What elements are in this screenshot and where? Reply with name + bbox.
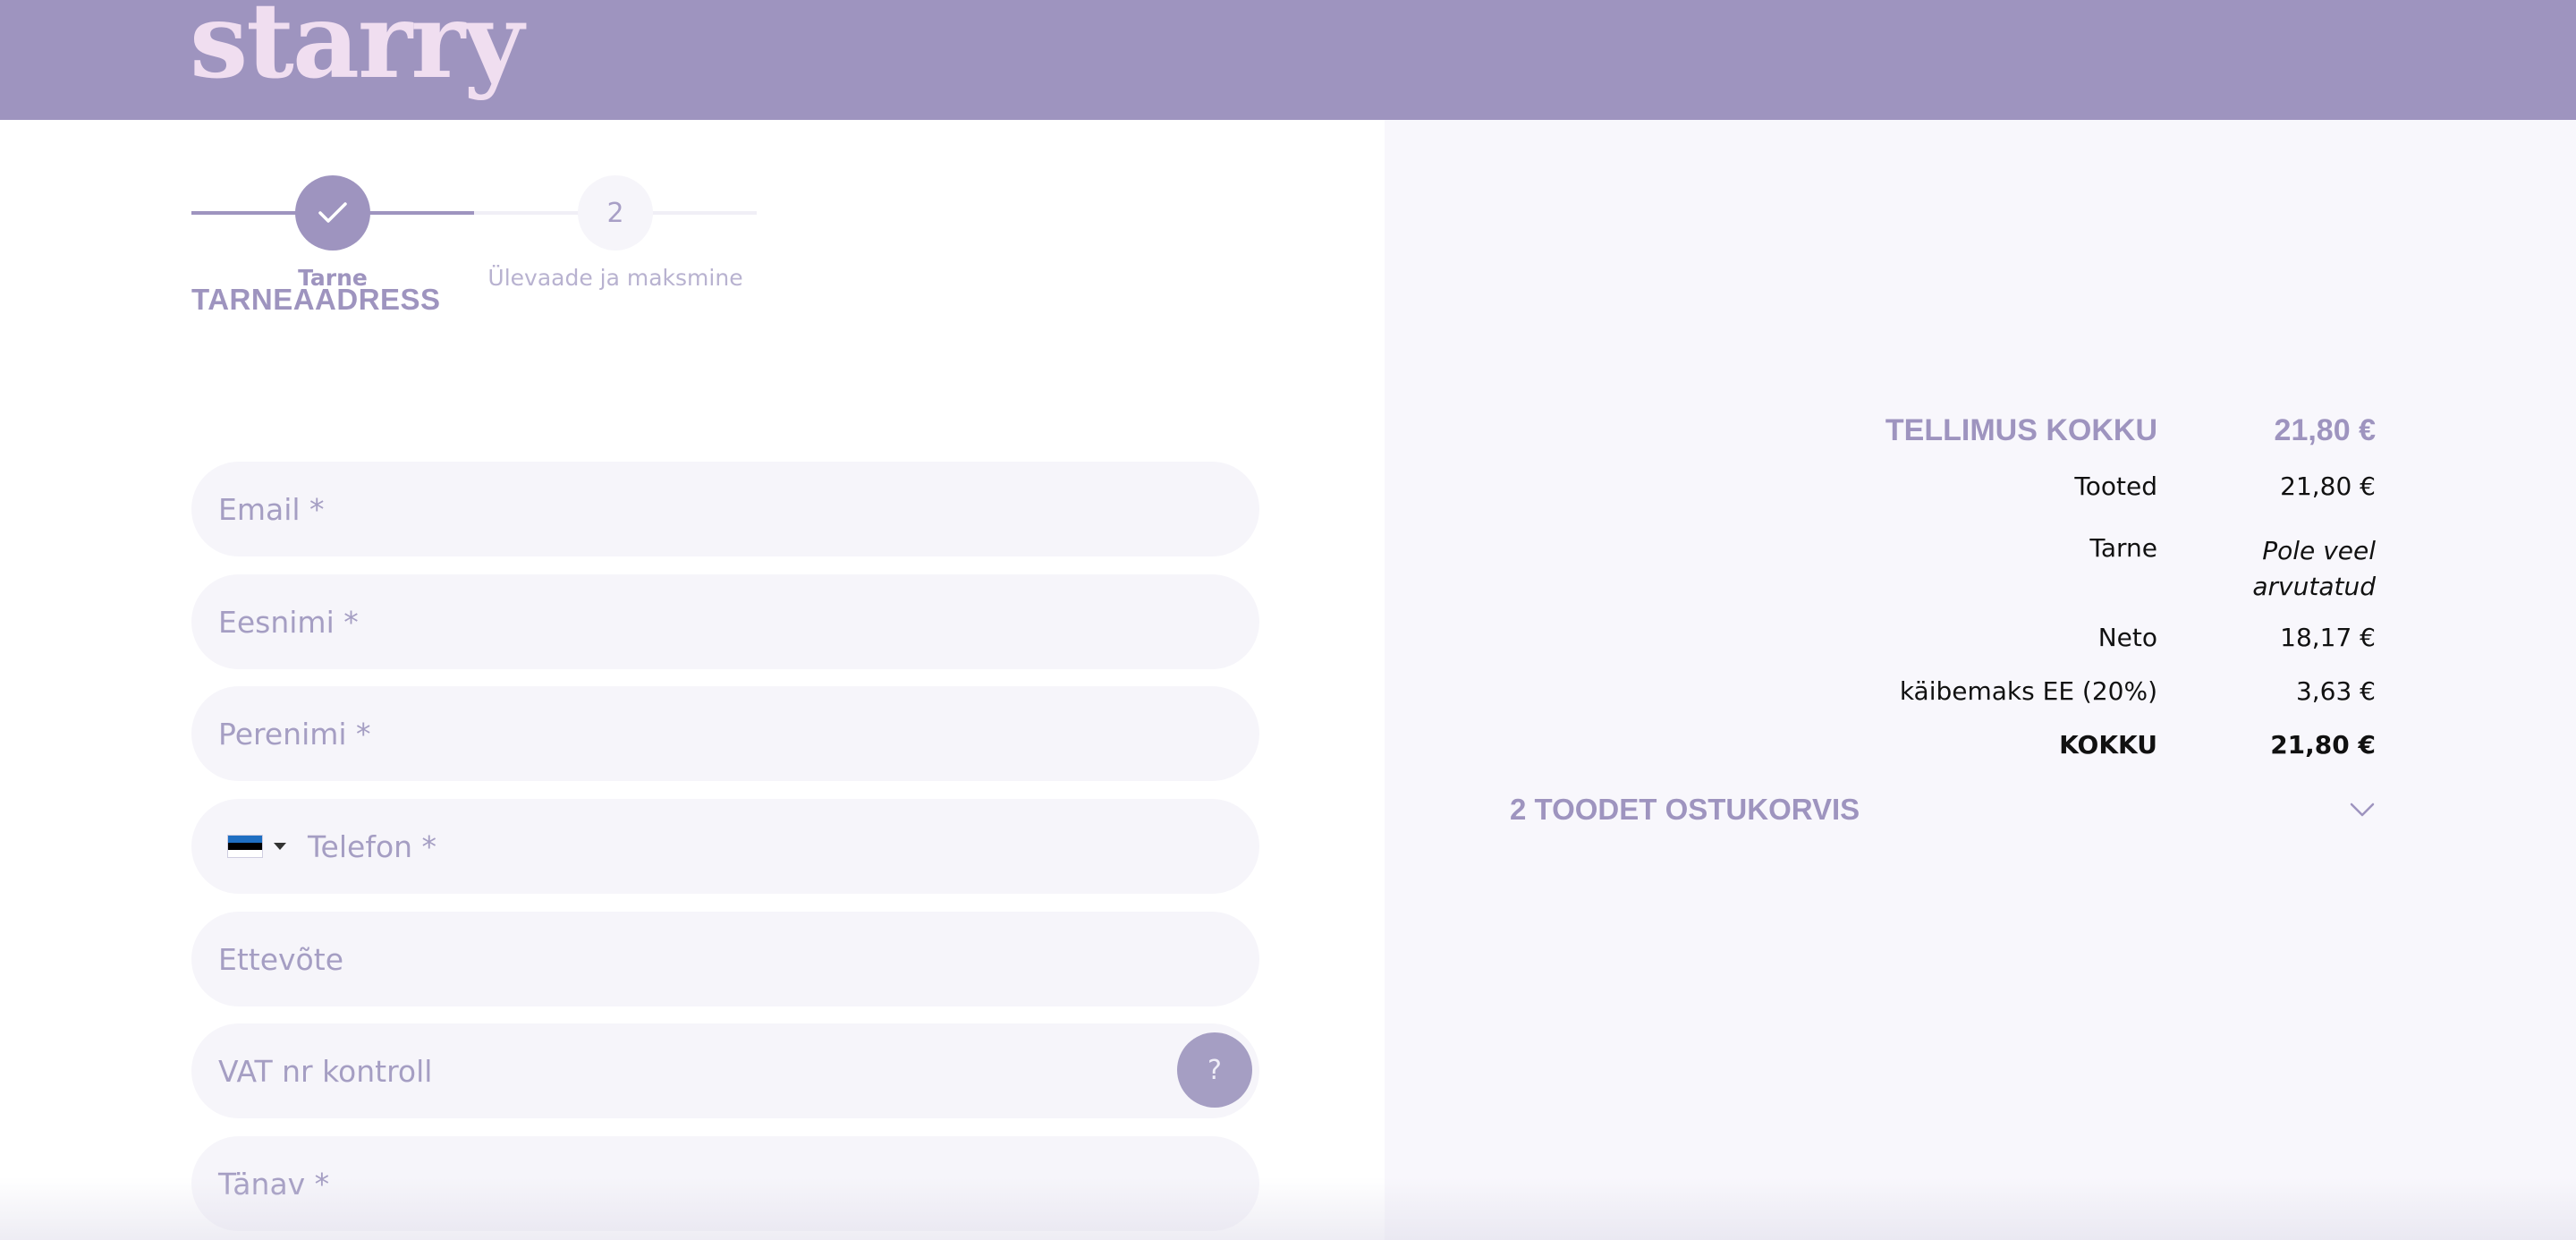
order-summary-panel: TELLIMUS KOKKU 21,80 € Tooted 21,80 € Ta… (1385, 120, 2576, 1240)
summary-value-net: 18,17 € (2280, 623, 2376, 652)
vat-placeholder: VAT nr kontroll (218, 1053, 433, 1089)
summary-value-total: 21,80 € (2270, 730, 2376, 760)
shipping-value-line2: arvutatud (2252, 572, 2376, 601)
checkout-form-panel: Tarne 2 Ülevaade ja maksmine TARNEAADRES… (0, 120, 1385, 1240)
summary-row-products: Tooted 21,80 € (1392, 471, 2376, 501)
site-header: starry (0, 0, 2576, 120)
shipping-value-line1: Pole veel (2262, 536, 2376, 565)
last-name-placeholder: Perenimi * (218, 716, 371, 752)
vat-help-button[interactable]: ? (1177, 1032, 1252, 1108)
vat-field[interactable]: VAT nr kontroll ? (191, 1023, 1259, 1118)
flag-estonia-icon (227, 835, 263, 858)
step-2-number: 2 (606, 197, 624, 229)
step-2-circle[interactable]: 2 (578, 175, 653, 251)
order-total-value: 21,80 € (2274, 413, 2376, 447)
summary-label-products: Tooted (2074, 471, 2157, 501)
summary-label-vat: käibemaks EE (20%) (1899, 676, 2157, 706)
order-total-header: TELLIMUS KOKKU 21,80 € (1392, 413, 2376, 448)
checkmark-icon (318, 202, 347, 223)
company-field[interactable]: Ettevõte (191, 912, 1259, 1006)
email-field[interactable]: Email * (191, 462, 1259, 556)
summary-row-net: Neto 18,17 € (1392, 623, 2376, 652)
order-total-label: TELLIMUS KOKKU (1885, 413, 2157, 447)
step-1-complete-circle[interactable] (295, 175, 370, 251)
cart-items-label: 2 TOODET OSTUKORVIS (1510, 793, 1860, 826)
cart-items-toggle[interactable]: 2 TOODET OSTUKORVIS (1510, 793, 2376, 827)
summary-label-total: KOKKU (2059, 730, 2157, 760)
summary-value-shipping: Pole veel arvutatud (2197, 533, 2376, 605)
summary-value-products: 21,80 € (2280, 471, 2376, 501)
company-placeholder: Ettevõte (218, 941, 343, 977)
shipping-address-title: TARNEAADRESS (191, 283, 441, 316)
phone-placeholder: Telefon * (308, 828, 437, 864)
summary-label-net: Neto (2097, 623, 2157, 652)
street-placeholder: Tänav * (218, 1166, 330, 1202)
summary-label-shipping: Tarne (2089, 533, 2157, 563)
caret-down-icon (274, 843, 286, 850)
starry-logo[interactable]: starry (190, 0, 524, 93)
summary-value-vat: 3,63 € (2295, 676, 2376, 706)
last-name-field[interactable]: Perenimi * (191, 686, 1259, 781)
street-field[interactable]: Tänav * (191, 1136, 1259, 1231)
phone-field[interactable]: Telefon * (191, 799, 1259, 894)
summary-row-shipping: Tarne Pole veel arvutatud (1392, 533, 2376, 605)
country-code-select[interactable] (218, 835, 308, 858)
summary-row-total: KOKKU 21,80 € (1392, 730, 2376, 760)
first-name-placeholder: Eesnimi * (218, 604, 359, 640)
summary-row-vat: käibemaks EE (20%) 3,63 € (1392, 676, 2376, 706)
chevron-down-icon (2350, 803, 2375, 817)
step-2-label[interactable]: Ülevaade ja maksmine (472, 265, 758, 291)
first-name-field[interactable]: Eesnimi * (191, 574, 1259, 669)
email-placeholder: Email * (218, 491, 325, 527)
